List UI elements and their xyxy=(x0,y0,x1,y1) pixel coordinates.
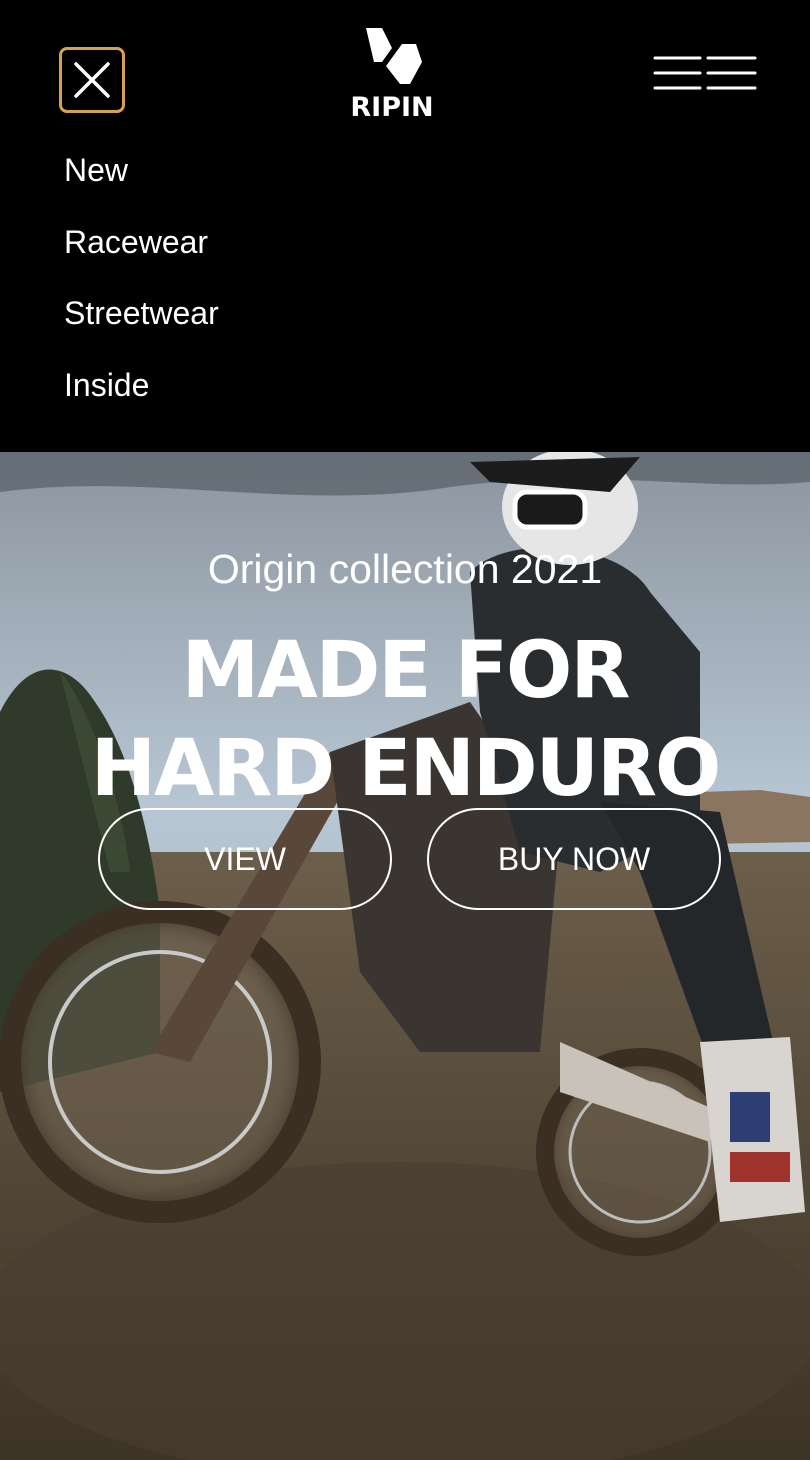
hero-title-line-1: MADE FOR xyxy=(181,626,631,716)
nav-link-new[interactable]: New xyxy=(64,150,128,190)
nav-link-streetwear[interactable]: Streetwear xyxy=(64,293,219,333)
hero-title: MADE FOR HARD ENDURO xyxy=(0,622,810,818)
view-button[interactable]: VIEW xyxy=(98,808,392,910)
nav-item-new: New xyxy=(64,150,219,222)
hero-background-image xyxy=(0,452,810,1460)
nav-item-racewear: Racewear xyxy=(64,222,219,294)
page: RIPIN New Racewear Streetwear Inside Ori… xyxy=(0,0,810,1460)
site-header: RIPIN New Racewear Streetwear Inside xyxy=(0,0,810,452)
hamburger-menu-icon xyxy=(653,56,757,90)
buy-now-button[interactable]: BUY NOW xyxy=(427,808,721,910)
nav-item-inside: Inside xyxy=(64,365,219,437)
brand-mark-icon xyxy=(366,28,422,84)
brand-logo[interactable]: RIPIN xyxy=(330,22,454,132)
menu-toggle-button[interactable] xyxy=(650,55,760,93)
hero-subtitle: Origin collection 2021 xyxy=(207,546,603,592)
nav-link-racewear[interactable]: Racewear xyxy=(64,222,208,262)
hero-banner: Origin collection 2021 MADE FOR HARD END… xyxy=(0,452,810,1460)
nav-link-inside[interactable]: Inside xyxy=(64,365,149,405)
main-nav: New Racewear Streetwear Inside xyxy=(64,150,219,436)
hero-title-line-2: HARD ENDURO xyxy=(90,724,722,814)
nav-item-streetwear: Streetwear xyxy=(64,293,219,365)
close-icon xyxy=(74,62,110,98)
close-menu-button[interactable] xyxy=(59,47,125,113)
brand-wordmark: RIPIN xyxy=(350,92,434,123)
